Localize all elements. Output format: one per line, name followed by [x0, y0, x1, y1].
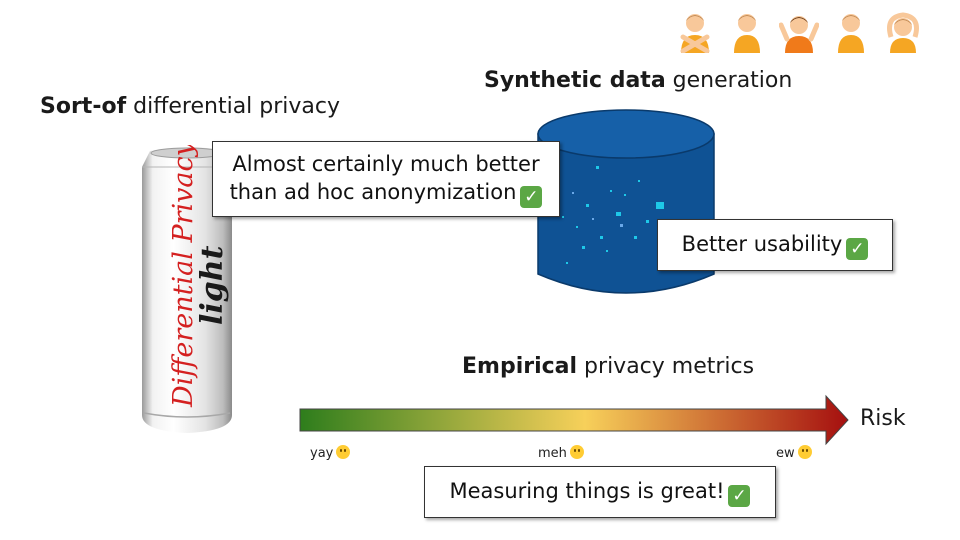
- dp-title-rest: differential privacy: [126, 94, 341, 119]
- measuring-callout-text: Measuring things is great!: [449, 479, 725, 503]
- empirical-title-bold: Empirical: [462, 354, 578, 379]
- risk-scale-arrow: [298, 394, 850, 450]
- standing-person-icon: [724, 10, 770, 54]
- no-gesture-person-icon: [672, 10, 718, 54]
- ok-gesture-person-icon: [880, 10, 926, 54]
- check-mark-icon: ✓: [728, 485, 751, 507]
- grimacing-face-icon: [797, 445, 812, 459]
- shrugging-person-icon: [776, 10, 822, 54]
- empirical-title-rest: privacy metrics: [577, 354, 755, 379]
- meh-label: meh: [538, 445, 584, 461]
- check-mark-icon: ✓: [846, 238, 869, 260]
- dp-title: Sort-of differential privacy: [40, 94, 340, 119]
- synthetic-title: Synthetic data generation: [484, 68, 792, 93]
- dp-callout: Almost certainly much better than ad hoc…: [212, 141, 560, 217]
- people-emoji-row: [672, 10, 926, 54]
- dp-callout-line1: Almost certainly much better: [232, 152, 540, 176]
- ew-label: ew: [776, 445, 812, 461]
- database-cylinder-icon: [536, 106, 716, 306]
- risk-label: Risk: [860, 406, 906, 431]
- synthetic-callout-text: Better usability: [681, 232, 843, 256]
- dp-callout-line2-wrap: than ad hoc anonymization ✓: [213, 178, 559, 208]
- dp-callout-line2: than ad hoc anonymization: [229, 180, 517, 204]
- synthetic-title-rest: generation: [665, 68, 793, 93]
- person-icon: [828, 10, 874, 54]
- measuring-callout: Measuring things is great! ✓: [424, 466, 776, 518]
- smiling-face-icon: [336, 445, 351, 459]
- check-mark-icon: ✓: [520, 186, 543, 208]
- can-light-text: light: [195, 245, 230, 325]
- synthetic-title-bold: Synthetic data: [484, 68, 666, 93]
- yay-text: yay: [310, 446, 334, 461]
- dp-title-bold: Sort-of: [40, 94, 127, 119]
- meh-text: meh: [538, 446, 567, 461]
- neutral-face-icon: [569, 445, 584, 459]
- empirical-title: Empirical privacy metrics: [462, 354, 754, 379]
- synthetic-callout: Better usability ✓: [657, 219, 893, 271]
- ew-text: ew: [776, 446, 795, 461]
- yay-label: yay: [310, 445, 351, 461]
